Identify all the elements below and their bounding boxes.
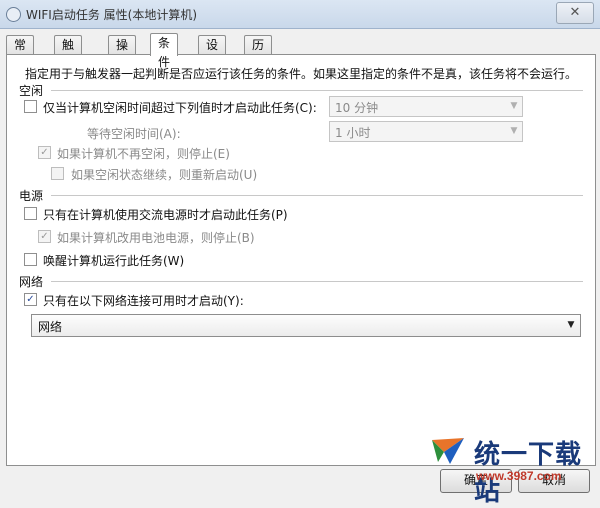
- conditions-panel: 指定用于与触发器一起判断是否应运行该任务的条件。如果这里指定的条件不是真，该任务…: [6, 54, 596, 466]
- chevron-down-icon: ▼: [567, 320, 575, 330]
- network-connection-value: 网络: [38, 320, 63, 334]
- stop-on-battery-checkbox[interactable]: ✓: [38, 230, 51, 243]
- section-network: 网络: [19, 275, 44, 289]
- task-icon: [6, 7, 21, 22]
- ac-power-only-checkbox[interactable]: [24, 207, 37, 220]
- section-divider: [51, 281, 583, 282]
- idle-duration-value: 10 分钟: [335, 101, 379, 115]
- stop-if-not-idle-label: 如果计算机不再空闲，则停止(E): [57, 147, 230, 161]
- wait-idle-select[interactable]: 1 小时 ▼: [329, 121, 523, 142]
- close-button[interactable]: ✕: [556, 2, 594, 24]
- network-only-checkbox[interactable]: ✓: [24, 293, 37, 306]
- watermark-url: www.3987.com: [476, 469, 562, 483]
- wake-to-run-label: 唤醒计算机运行此任务(W): [43, 254, 185, 268]
- site-watermark: 统一下载站 www.3987.com: [430, 430, 600, 507]
- restart-if-idle-checkbox[interactable]: [51, 167, 64, 180]
- stop-on-battery-label: 如果计算机改用电池电源，则停止(B): [57, 231, 255, 245]
- wake-to-run-checkbox[interactable]: [24, 253, 37, 266]
- wait-idle-label: 等待空闲时间(A):: [87, 127, 181, 141]
- tab-conditions[interactable]: 条件: [150, 33, 179, 69]
- start-if-idle-checkbox[interactable]: [24, 100, 37, 113]
- tab-triggers[interactable]: 触发器: [54, 35, 83, 90]
- tab-actions[interactable]: 操作: [108, 35, 137, 71]
- tab-settings[interactable]: 设置: [198, 35, 227, 71]
- title-bar: WIFI启动任务 属性(本地计算机) ✕: [0, 0, 600, 29]
- section-divider: [51, 90, 583, 91]
- watermark-logo-icon: [432, 438, 464, 464]
- stop-if-not-idle-checkbox[interactable]: ✓: [38, 146, 51, 159]
- ac-power-only-label: 只有在计算机使用交流电源时才启动此任务(P): [43, 208, 288, 222]
- start-if-idle-label: 仅当计算机空闲时间超过下列值时才启动此任务(C):: [43, 101, 317, 115]
- section-power: 电源: [19, 189, 44, 203]
- section-divider: [51, 195, 583, 196]
- wait-idle-value: 1 小时: [335, 126, 371, 140]
- window-title: WIFI启动任务 属性(本地计算机): [26, 8, 198, 22]
- chevron-down-icon: ▼: [510, 101, 518, 111]
- network-only-label: 只有在以下网络连接可用时才启动(Y):: [43, 294, 244, 308]
- description-text: 指定用于与触发器一起判断是否应运行该任务的条件。如果这里指定的条件不是真，该任务…: [25, 67, 578, 81]
- restart-if-idle-label: 如果空闲状态继续，则重新启动(U): [71, 168, 258, 182]
- network-connection-select[interactable]: 网络 ▼: [31, 314, 581, 337]
- tab-history[interactable]: 历史记录: [244, 35, 273, 109]
- chevron-down-icon: ▼: [510, 126, 518, 136]
- section-idle: 空闲: [19, 84, 44, 98]
- tab-general[interactable]: 常规: [6, 35, 35, 71]
- idle-duration-select[interactable]: 10 分钟 ▼: [329, 96, 523, 117]
